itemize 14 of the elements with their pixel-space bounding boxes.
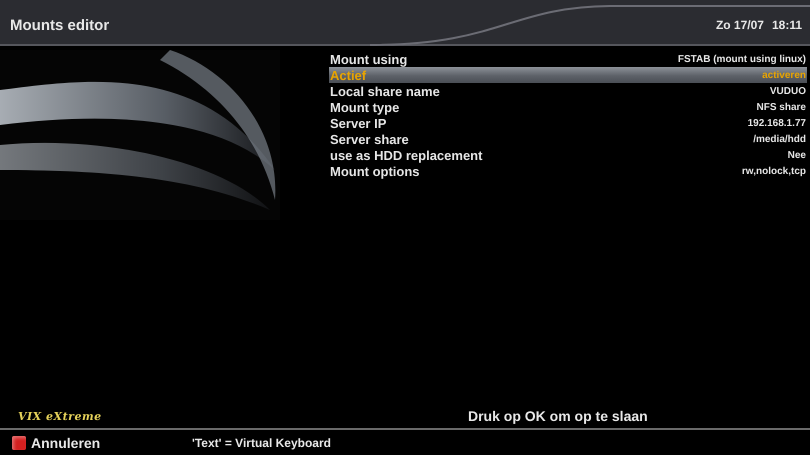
settings-row[interactable]: Server IP 192.168.1.77 [329, 115, 807, 131]
brand-logo: VIX eXtreme [18, 410, 103, 422]
settings-row[interactable]: Mount using FSTAB (mount using linux) [329, 51, 807, 67]
hint-text: 'Text' = Virtual Keyboard [192, 436, 331, 450]
settings-row[interactable]: use as HDD replacement Nee [329, 147, 807, 163]
settings-row[interactable]: Server share /media/hdd [329, 131, 807, 147]
status-text: Druk op OK om op te slaan [468, 408, 648, 424]
date-text: Zo 17/07 [716, 18, 764, 32]
settings-row[interactable]: Mount type NFS share [329, 99, 807, 115]
window-title: Mounts editor [10, 17, 110, 34]
key-label[interactable]: Annuleren [31, 434, 100, 450]
time-text: 18:11 [772, 18, 802, 32]
settings-row[interactable]: Local share name VUDUO [329, 83, 807, 99]
settings-row[interactable]: Mount options rw,nolock,tcp [329, 163, 807, 179]
